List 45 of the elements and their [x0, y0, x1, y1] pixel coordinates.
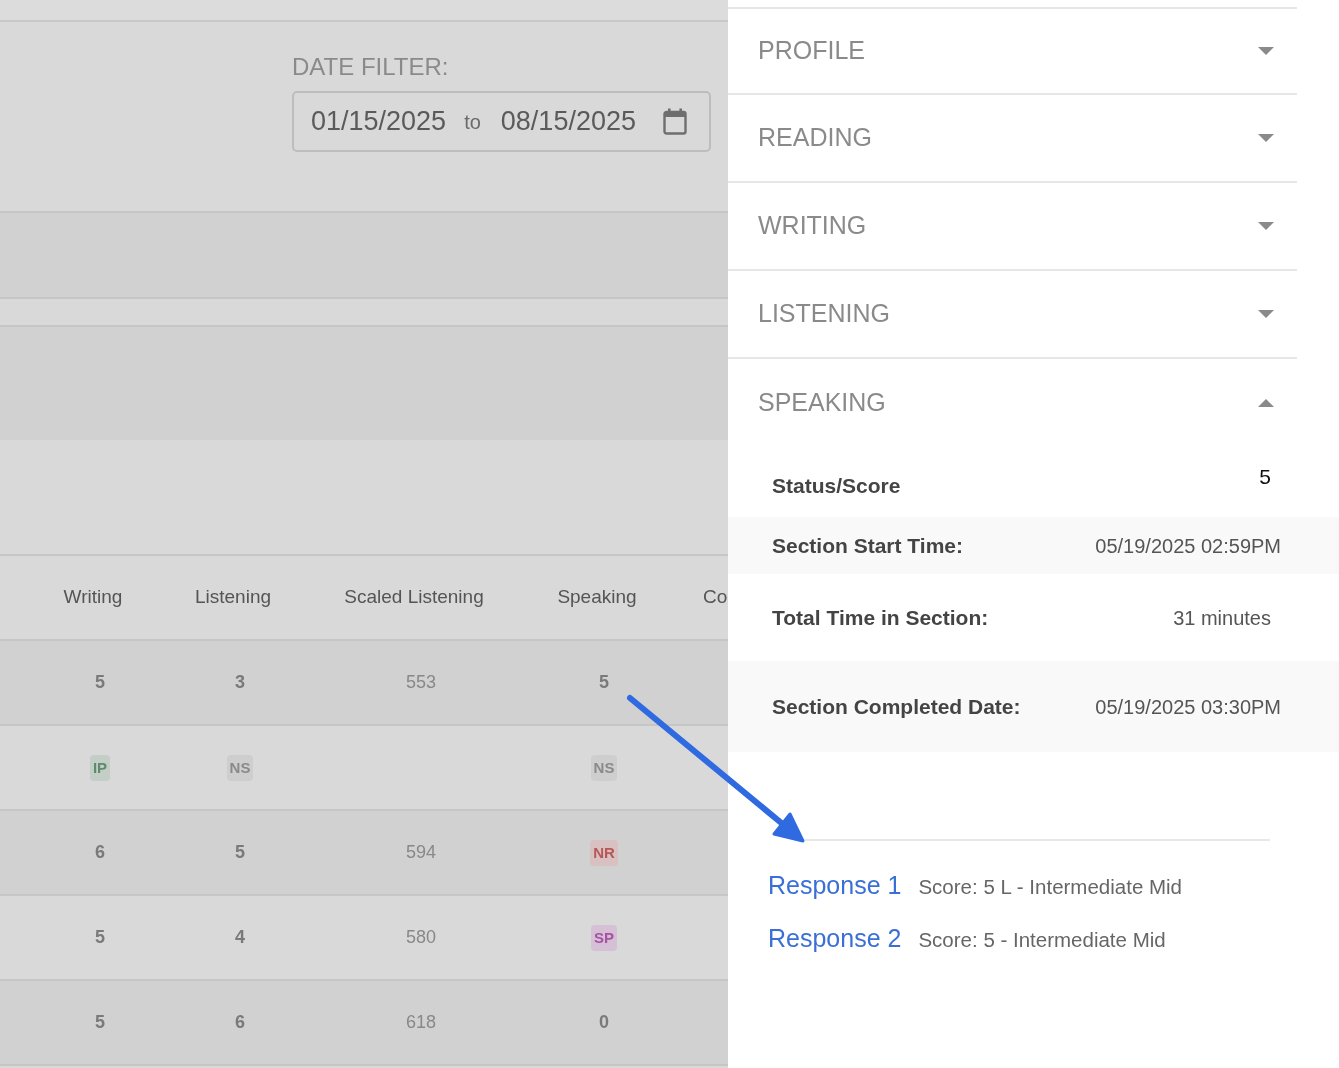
response-score: Score: 5 - Intermediate Mid: [918, 927, 1166, 953]
column-header: Speaking: [556, 585, 638, 610]
field-value: 05/19/2025 03:30PM: [1095, 694, 1281, 720]
status-tag: IP: [89, 754, 111, 781]
caret-down-icon: [1258, 134, 1274, 142]
table-cell: 4: [235, 927, 245, 947]
table-cell: 6: [95, 842, 105, 862]
status-tag: NR: [590, 839, 618, 866]
field-label: Total Time in Section:: [772, 604, 989, 631]
table-cell: 5: [235, 842, 245, 862]
table-cell: 5: [95, 927, 105, 947]
response-link[interactable]: Response 2: [768, 920, 902, 958]
table-cell: 553: [405, 672, 436, 692]
column-header: Scaled Listening: [343, 585, 485, 610]
accordion-header[interactable]: PROFILE: [728, 7, 1297, 95]
caret-up-icon: [1258, 399, 1274, 407]
table-cell: 3: [235, 672, 245, 692]
column-header: Writing: [62, 585, 124, 610]
column-header: Listening: [193, 585, 273, 610]
table-cell: 594: [405, 842, 436, 862]
field-value: 05/19/2025 02:59PM: [1095, 533, 1281, 559]
table-cell: 0: [599, 1012, 609, 1032]
table-cell: 6: [235, 1012, 245, 1032]
caret-down-icon: [1258, 222, 1274, 230]
field-value: 5: [1259, 464, 1271, 491]
field-label: Section Start Time:: [772, 532, 963, 559]
status-tag: SP: [591, 924, 617, 951]
caret-down-icon: [1258, 47, 1274, 55]
calendar-icon[interactable]: [663, 108, 687, 135]
column-header: Co: [702, 585, 728, 610]
date-filter-label: DATE FILTER:: [292, 53, 449, 81]
field-label: Section Completed Date:: [772, 693, 1021, 720]
table-cell: 5: [95, 1012, 105, 1032]
table-cell: 5: [599, 672, 609, 692]
table-cell: 618: [405, 1012, 436, 1032]
status-tag: NS: [590, 754, 618, 781]
date-range-field[interactable]: 01/15/2025 to 08/15/2025: [292, 91, 711, 152]
status-tag: NS: [226, 754, 254, 781]
response-score: Score: 5 L - Intermediate Mid: [918, 874, 1182, 900]
table-cell: 5: [95, 672, 105, 692]
field-value: 31 minutes: [1173, 605, 1271, 631]
field-label: Status/Score: [772, 473, 901, 500]
response-link[interactable]: Response 1: [768, 867, 902, 905]
caret-down-icon: [1258, 310, 1274, 318]
table-cell: 580: [405, 927, 436, 947]
